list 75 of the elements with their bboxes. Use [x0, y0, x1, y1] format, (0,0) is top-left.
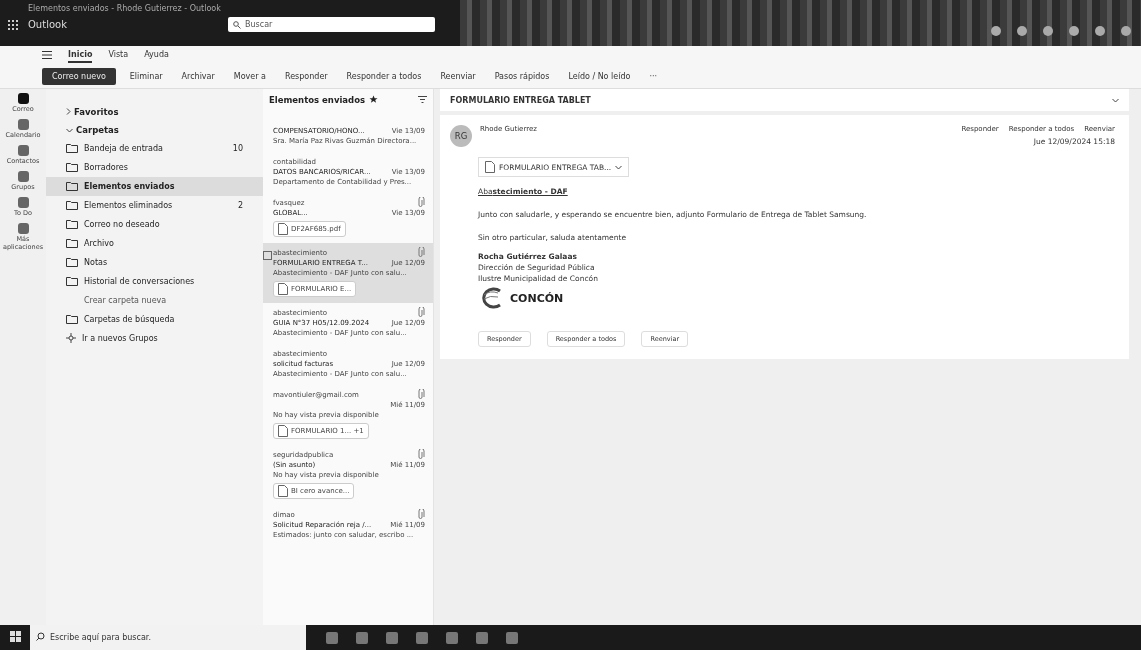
- new-mail-button[interactable]: Correo nuevo: [42, 67, 116, 85]
- taskbar-app-icon[interactable]: [386, 631, 398, 644]
- folder-icon: [66, 218, 78, 231]
- folder-item[interactable]: Correo no deseado: [46, 215, 263, 234]
- toolbar-button[interactable]: Reenviar: [435, 68, 481, 84]
- toolbar-button[interactable]: Archivar: [176, 68, 220, 84]
- ribbon-tab[interactable]: Ayuda: [144, 47, 169, 63]
- organization-logo: CONCÓN: [478, 287, 564, 309]
- folder-item[interactable]: Elementos enviados: [46, 177, 263, 196]
- folder-item[interactable]: Notas: [46, 253, 263, 272]
- folder-icon: [66, 142, 78, 155]
- header-action-icon[interactable]: [1121, 26, 1131, 36]
- search-icon: [36, 632, 45, 643]
- folder-icon: [66, 199, 78, 212]
- toolbar-button[interactable]: Leído / No leído: [563, 68, 636, 84]
- folder-item[interactable]: Elementos eliminados 2: [46, 196, 263, 215]
- windows-logo-icon: [9, 630, 21, 642]
- document-icon: [278, 485, 288, 497]
- toolbar-button[interactable]: Pasos rápidos: [489, 68, 555, 84]
- header-action-icon[interactable]: [1043, 26, 1053, 36]
- chevron-icon: [66, 128, 73, 133]
- taskbar-app-icon[interactable]: [446, 631, 458, 644]
- chevron-icon: [1112, 97, 1119, 103]
- folder-icon: [66, 313, 78, 326]
- folder-icon: [66, 256, 78, 269]
- app-name: Outlook: [28, 19, 68, 30]
- folder-icon: [66, 161, 78, 174]
- unread-count: 2: [237, 201, 243, 210]
- checkbox[interactable]: [263, 251, 272, 260]
- header-action-icon[interactable]: [1095, 26, 1105, 36]
- taskbar-app-icon[interactable]: [476, 631, 488, 644]
- folders-header[interactable]: Carpetas: [46, 121, 263, 139]
- taskbar-app-icon[interactable]: [506, 631, 518, 644]
- folder-item[interactable]: Ir a nuevos Grupos: [46, 329, 263, 348]
- search-icon: [233, 20, 241, 29]
- document-icon: [485, 161, 495, 173]
- header-action-icon[interactable]: [1017, 26, 1027, 36]
- unread-count: 10: [232, 144, 243, 153]
- taskbar-app-icon[interactable]: [416, 631, 428, 644]
- ribbon-tab[interactable]: Inicio: [68, 47, 93, 63]
- folder-icon: [66, 180, 78, 193]
- sender-avatar: RG: [450, 125, 472, 147]
- chevron-icon: [615, 164, 623, 170]
- document-icon: [278, 223, 288, 235]
- email-subject: FORMULARIO ENTREGA TABLET: [450, 95, 591, 105]
- taskbar-app-icon[interactable]: [326, 631, 338, 644]
- folder-item[interactable]: Archivo: [46, 234, 263, 253]
- header-action-icon[interactable]: [1069, 26, 1079, 36]
- document-icon: [278, 425, 288, 437]
- folder-item[interactable]: Borradores: [46, 158, 263, 177]
- toolbar-button[interactable]: Eliminar: [124, 68, 168, 84]
- menu-icon[interactable]: [42, 49, 52, 61]
- groups-icon: [66, 332, 76, 345]
- more-button[interactable]: ···: [644, 68, 663, 84]
- ribbon-tab[interactable]: Vista: [108, 47, 129, 63]
- search-field[interactable]: Buscar: [228, 17, 435, 32]
- folder-item[interactable]: Historial de conversaciones: [46, 272, 263, 291]
- toolbar-button[interactable]: Responder: [279, 68, 333, 84]
- folder-item[interactable]: Bandeja de entrada 10: [46, 139, 263, 158]
- folder-icon: [66, 237, 78, 250]
- toolbar-button[interactable]: Responder a todos: [341, 68, 427, 84]
- toolbar-button[interactable]: Mover a: [228, 68, 271, 84]
- folder-icon: [66, 275, 78, 288]
- taskbar-search-field[interactable]: Escribe aquí para buscar.: [30, 625, 306, 650]
- list-title: Elementos enviados: [269, 95, 366, 105]
- document-icon: [278, 283, 288, 295]
- taskbar-app-icon[interactable]: [356, 631, 368, 644]
- window-title: Elementos enviados - Rhode Gutierrez - Outlook: [27, 3, 222, 13]
- header-action-icon[interactable]: [991, 26, 1001, 36]
- chevron-icon: [66, 108, 71, 115]
- create-folder-link[interactable]: Crear carpeta nueva: [46, 291, 263, 310]
- filter-icon[interactable]: [418, 95, 427, 105]
- app-launcher-icon[interactable]: [8, 19, 18, 30]
- favorites-header[interactable]: Favoritos: [46, 103, 263, 121]
- folder-item[interactable]: Carpetas de búsqueda: [46, 310, 263, 329]
